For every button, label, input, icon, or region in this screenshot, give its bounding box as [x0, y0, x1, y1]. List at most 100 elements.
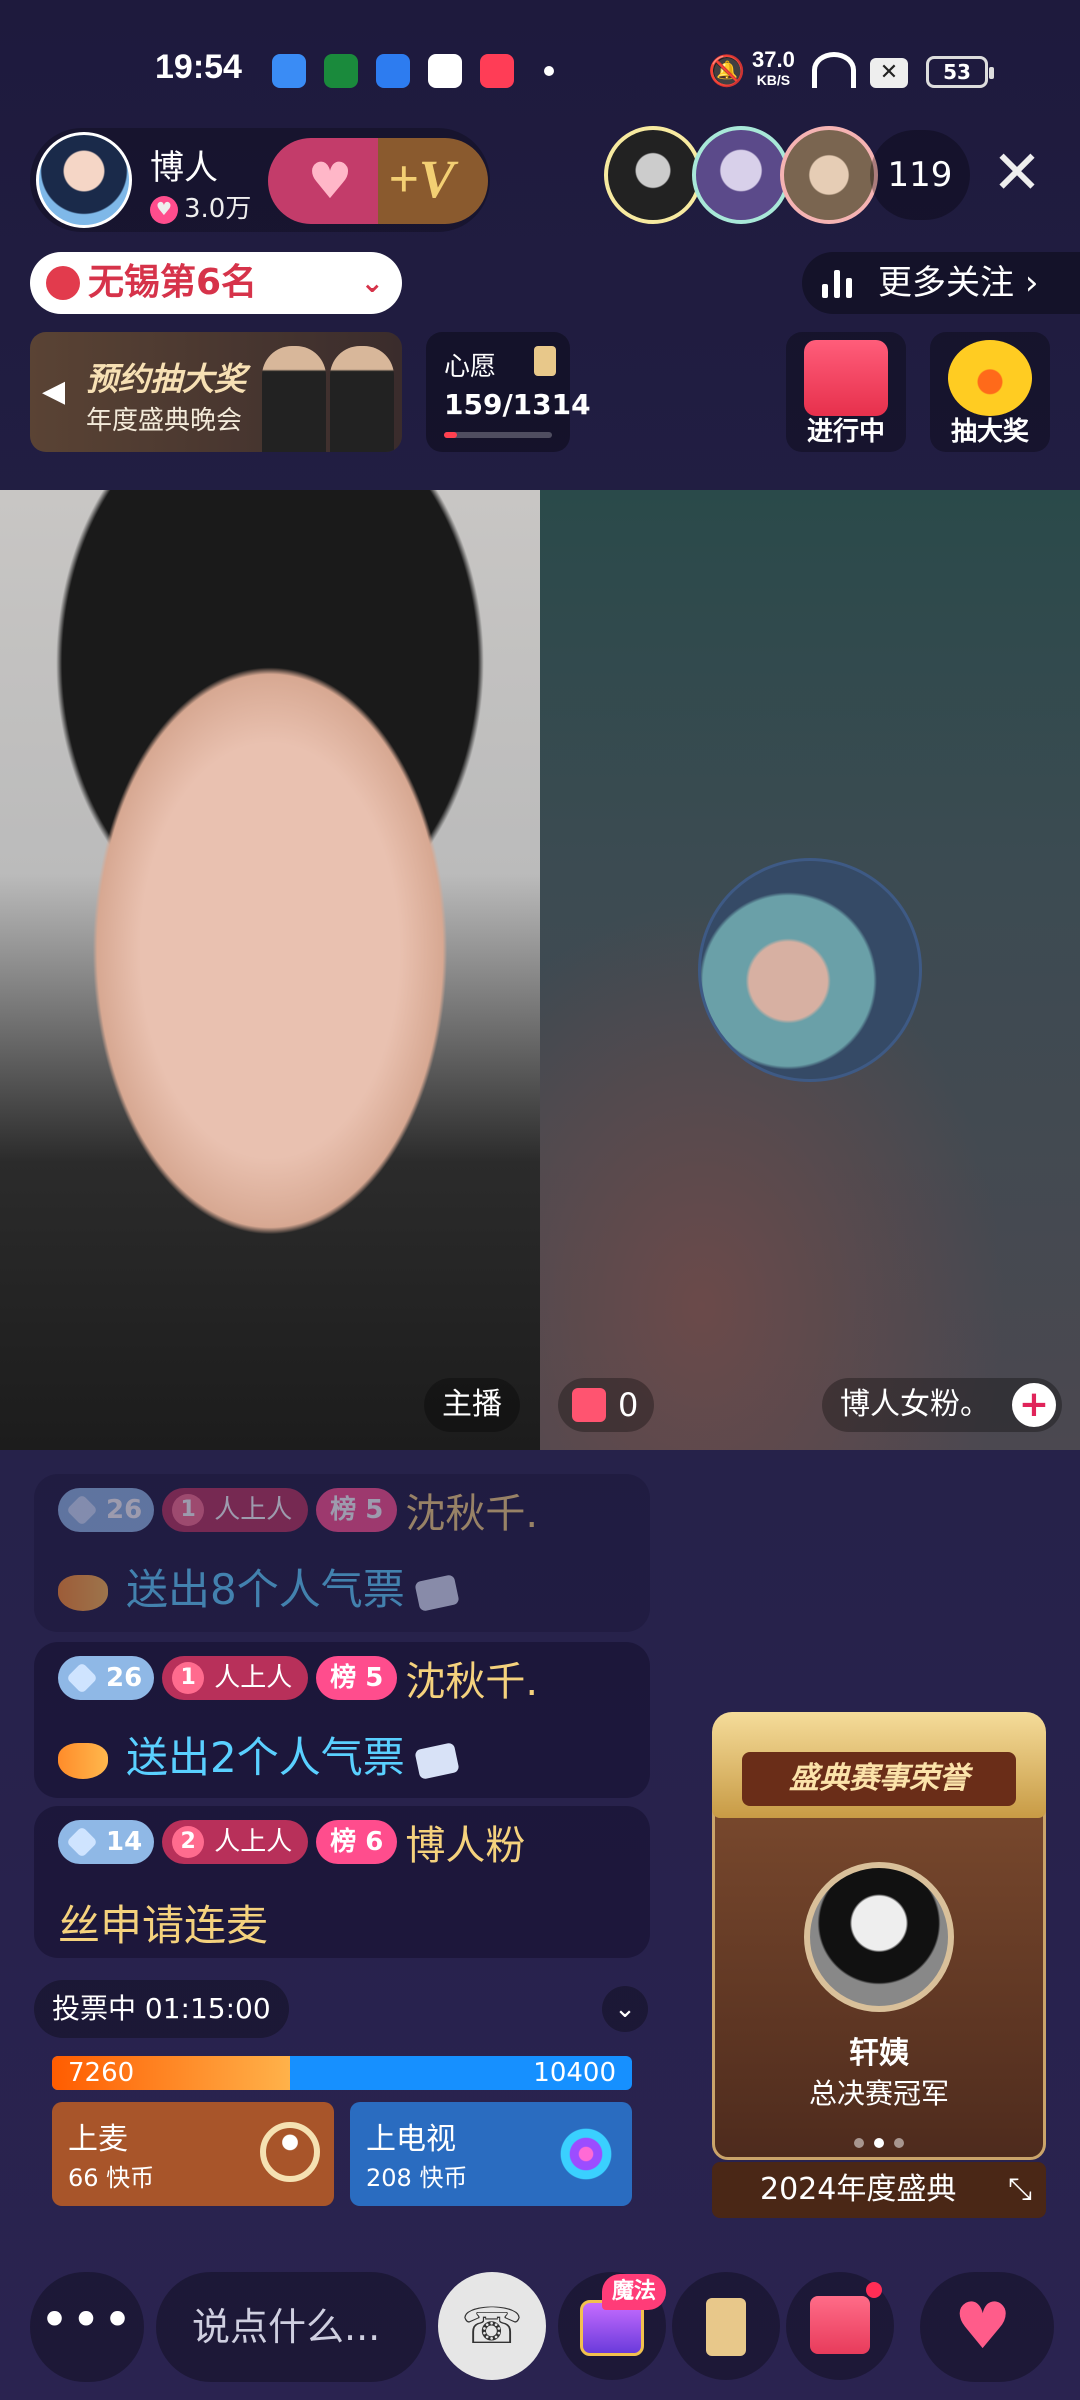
add-follow-icon[interactable]: + — [1012, 1383, 1056, 1427]
close-icon[interactable]: ✕ — [982, 138, 1052, 208]
chat-message[interactable]: 26 1 人上人 榜 5 沈秋千. 送出2个人气票 — [34, 1642, 650, 1798]
rank-label: 无锡第6名 — [88, 262, 258, 303]
more-button[interactable]: ••• — [30, 2272, 144, 2382]
mute-icon: 🔕 — [708, 54, 746, 89]
viewer-count[interactable]: 119 — [870, 130, 970, 220]
vote-option-cost: 208 快币 — [366, 2164, 468, 2192]
banner-title: 预约抽大奖 — [86, 360, 247, 398]
music-icon — [480, 54, 514, 88]
chat-message[interactable]: 14 2 人上人 榜 6 博人粉 丝申请连麦 — [34, 1806, 650, 1958]
viewer-avatar[interactable] — [780, 126, 878, 224]
fan-club-badge: 1 人上人 — [162, 1656, 309, 1700]
viewer-avatar[interactable] — [604, 126, 702, 224]
level-badge: 14 — [58, 1820, 155, 1864]
vote-status: 投票中 01:15:00 — [34, 1980, 289, 2038]
scroll-icon — [706, 2298, 746, 2356]
ticket-icon — [414, 1573, 460, 1612]
heart-plus-icon: ♥ — [307, 152, 353, 210]
viewer-avatar[interactable] — [692, 126, 790, 224]
gift-icon — [810, 2296, 870, 2354]
butterfly-icon — [58, 1742, 108, 1779]
chat-username[interactable]: 博人粉 — [405, 1813, 525, 1871]
level-badge: 26 — [58, 1656, 155, 1700]
vote-left-value: 7260 — [68, 2058, 135, 2088]
wish-label: 心愿 — [444, 352, 497, 382]
scroll-button[interactable] — [672, 2272, 780, 2380]
scroll-icon — [534, 346, 556, 376]
notification-dot — [866, 2282, 882, 2298]
more-follow-button[interactable]: 更多关注 › — [802, 252, 1080, 314]
wish-card[interactable]: 心愿 159/1314 — [426, 332, 591, 452]
folder-icon — [376, 54, 410, 88]
honor-subtitle: 总决赛冠军 — [808, 2077, 949, 2110]
wish-progress-bar — [444, 432, 552, 438]
vote-option-title: 上麦 — [68, 2122, 128, 2157]
oppo-icon — [324, 54, 358, 88]
vip-plus-icon: +V — [388, 149, 455, 209]
butterfly-icon — [58, 1574, 108, 1611]
like-button[interactable]: ♥ — [920, 2272, 1054, 2382]
fan-club-badge: 2 人上人 — [162, 1820, 309, 1864]
honor-footer[interactable]: 2024年度盛典 ⤡ — [712, 2162, 1046, 2218]
magic-button[interactable]: 魔法 — [558, 2272, 666, 2380]
ring-icon — [260, 2122, 320, 2182]
streamer-name[interactable]: 博人 — [150, 140, 218, 189]
notification-dot — [544, 66, 554, 76]
status-time: 19:54 — [155, 48, 242, 86]
triangle-left-icon: ◀ — [42, 374, 66, 409]
battery-icon: 53 — [926, 56, 994, 88]
magic-badge: 魔法 — [602, 2274, 666, 2310]
gift-button[interactable] — [786, 2272, 894, 2380]
chat-message[interactable]: 26 1 人上人 榜 5 沈秋千. 送出8个人气票 — [34, 1474, 650, 1632]
city-rank-pill[interactable]: 无锡第6名 ⌄ — [30, 252, 402, 314]
chevron-right-icon: › — [1024, 263, 1039, 303]
gift-icon — [572, 1388, 606, 1422]
chevron-down-icon: ⌄ — [360, 266, 384, 299]
wifi-icon — [812, 52, 856, 88]
net-speed: 37.0 KB/S — [752, 47, 795, 89]
chat-username[interactable]: 沈秋千. — [405, 1649, 538, 1707]
activity-lottery[interactable]: 抽大奖 — [930, 332, 1050, 452]
ticket-icon — [414, 1741, 460, 1780]
red-packet-icon — [804, 340, 888, 416]
activity-label: 抽大奖 — [950, 417, 1029, 447]
host-tag: 主播 — [424, 1378, 520, 1432]
banner-person-image — [330, 346, 394, 452]
vote-right-value: 10400 — [533, 2058, 616, 2088]
vote-option-title: 上电视 — [366, 2122, 456, 2157]
call-icon[interactable]: ☏ — [438, 2272, 546, 2380]
vote-option-mic[interactable]: 上麦 66 快币 — [52, 2102, 334, 2206]
rank-clock-icon — [46, 266, 80, 300]
sim-off-icon: ✕ — [870, 58, 908, 88]
chat-text: 丝申请连麦 — [58, 1901, 269, 1950]
lottery-banner[interactable]: ◀ 预约抽大奖 年度盛典晚会 — [30, 332, 402, 452]
guest-avatar[interactable] — [698, 858, 922, 1082]
fan-club-badge: 1 人上人 — [162, 1488, 309, 1532]
wish-progress: 159/1314 — [444, 388, 591, 421]
guest-tag[interactable]: 博人女粉。 + — [822, 1378, 1062, 1432]
host-video[interactable] — [0, 490, 540, 1450]
chevron-down-icon[interactable]: ⌄ — [602, 1986, 648, 2032]
rank-badge: 榜 6 — [316, 1820, 398, 1864]
lottery-icon — [948, 340, 1032, 416]
chat-text: 送出2个人气票 — [58, 1724, 460, 1785]
activity-ongoing[interactable]: 进行中 — [786, 332, 906, 452]
vote-progress-bar: 7260 10400 — [52, 2056, 632, 2090]
carousel-dots — [846, 2138, 912, 2152]
chat-username[interactable]: 沈秋千. — [405, 1481, 538, 1539]
collapse-icon[interactable]: ⤡ — [1008, 2162, 1032, 2218]
honor-avatar[interactable] — [804, 1862, 954, 2012]
streamer-avatar[interactable] — [36, 132, 132, 228]
gift-counter[interactable]: 0 — [558, 1378, 655, 1432]
rank-badge: 榜 5 — [316, 1656, 398, 1700]
rank-badge: 榜 5 — [316, 1488, 398, 1532]
vote-option-tv[interactable]: 上电视 208 快币 — [350, 2102, 632, 2206]
heart-icon: ♥ — [150, 195, 178, 224]
comment-input[interactable]: 说点什么... — [156, 2272, 426, 2382]
search-app-icon — [428, 54, 462, 88]
blue-app-icon — [272, 54, 306, 88]
bars-icon — [822, 270, 858, 298]
chat-text: 送出8个人气票 — [58, 1556, 460, 1617]
follow-button[interactable]: ♥ +V — [268, 138, 488, 224]
more-follow-label: 更多关注 — [878, 263, 1014, 303]
